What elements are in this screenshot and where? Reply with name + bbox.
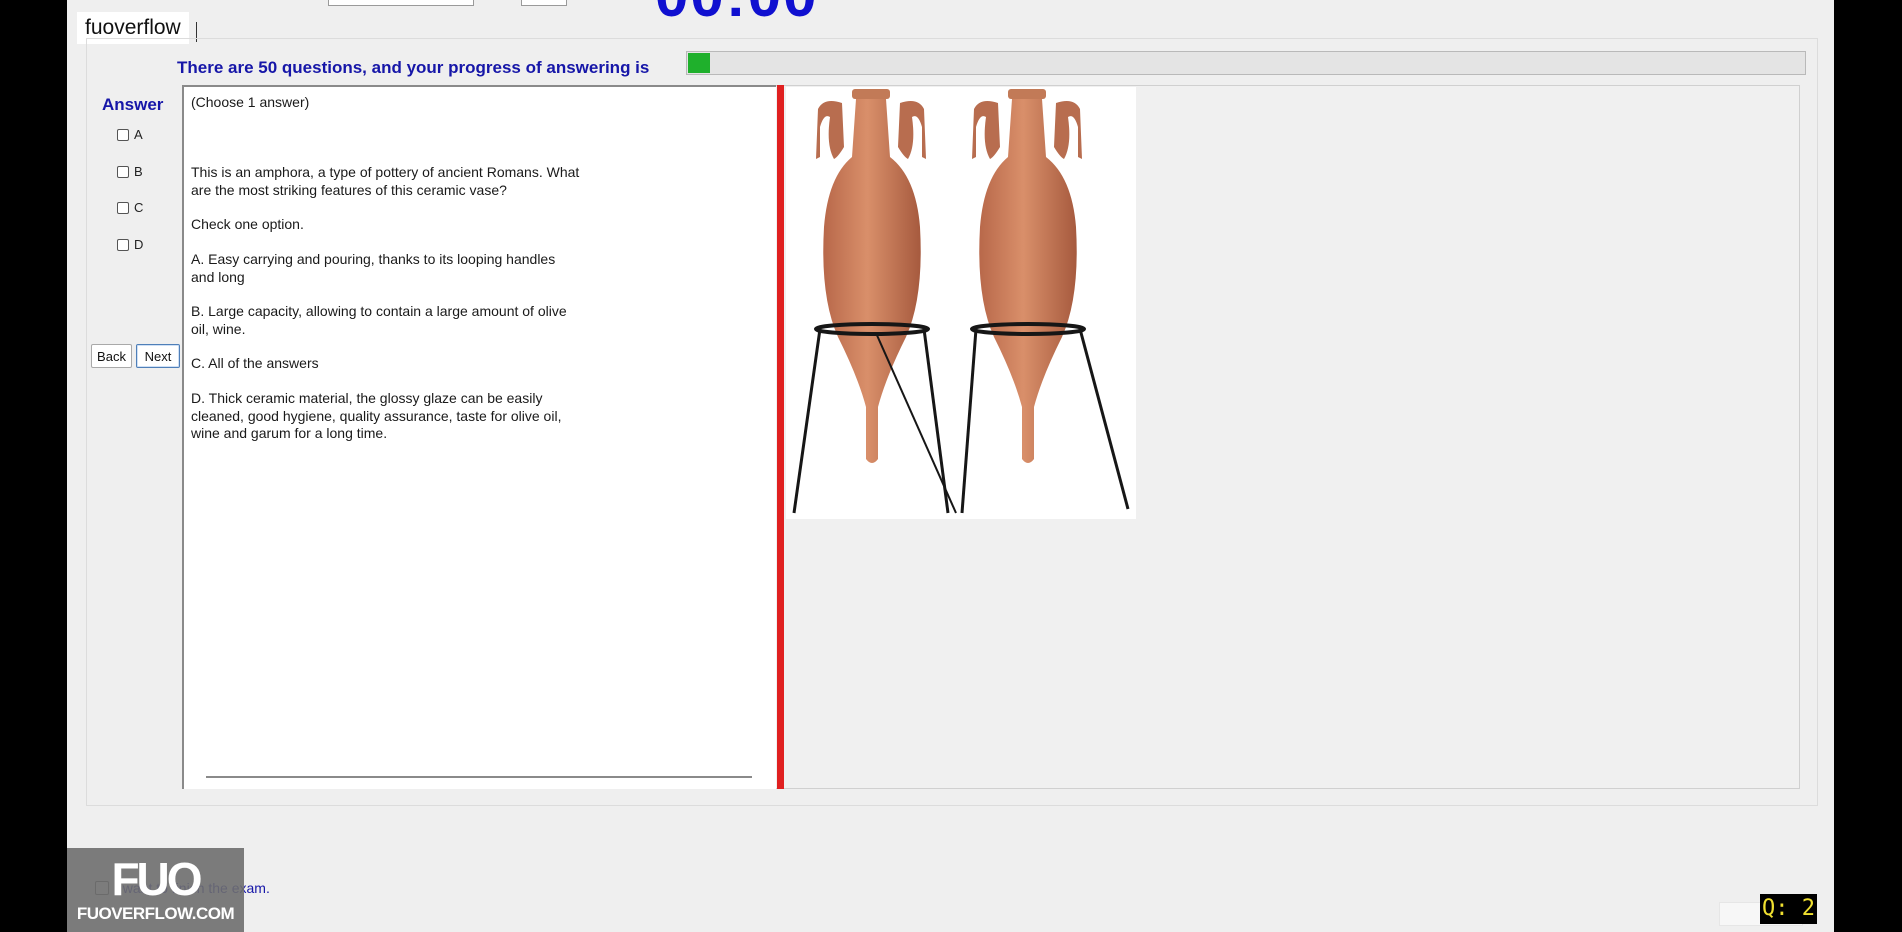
pane-splitter[interactable] [777,85,784,789]
exam-window: 00:00 fuoverflow There are 50 questions,… [67,0,1834,932]
countdown-timer: 00:00 [655,0,818,26]
option-c-label: C [134,200,144,215]
amphora-right [960,89,1130,514]
option-b-checkbox[interactable]: B [117,164,143,179]
question-prompt: Check one option. [191,216,304,232]
fuoverflow-logo: FUO FUOVERFLOW.COM [67,848,244,932]
question-counter: Q: 2 [1760,894,1817,924]
back-button[interactable]: Back [91,344,132,368]
question-option-c: C. All of the answers [191,355,319,371]
question-instruction: (Choose 1 answer) [191,94,310,110]
question-stem: This is an amphora, a type of pottery of… [191,164,580,198]
top-small-field[interactable] [521,0,567,6]
question-pane[interactable]: (Choose 1 answer) This is an amphora, a … [182,85,776,789]
question-image [786,87,1136,519]
progress-bar [686,51,1806,75]
progress-fill [688,53,711,73]
progress-label: There are 50 questions, and your progres… [177,58,650,77]
checkbox-icon[interactable] [117,201,129,214]
top-dropdown[interactable] [328,0,474,6]
amphora-left [792,89,957,514]
option-a-checkbox[interactable]: A [117,127,143,142]
next-button[interactable]: Next [136,344,180,368]
horizontal-scrollbar[interactable] [206,776,752,778]
checkbox-icon[interactable] [117,238,129,251]
answer-heading: Answer [102,95,164,114]
option-b-label: B [134,164,143,179]
amphora-pair-image [792,89,1130,514]
logo-mark: FUO [111,853,202,905]
question-option-b: B. Large capacity, allowing to contain a… [191,303,567,337]
option-c-checkbox[interactable]: C [117,200,143,215]
option-a-label: A [134,127,143,142]
checkbox-icon[interactable] [117,128,129,141]
option-d-checkbox[interactable]: D [117,237,143,252]
option-d-label: D [134,237,144,252]
question-option-a: A. Easy carrying and pouring, thanks to … [191,251,556,285]
logo-text: FUOVERFLOW.COM [76,904,235,923]
checkbox-icon[interactable] [117,165,129,178]
question-option-d: D. Thick ceramic material, the glossy gl… [191,390,562,441]
